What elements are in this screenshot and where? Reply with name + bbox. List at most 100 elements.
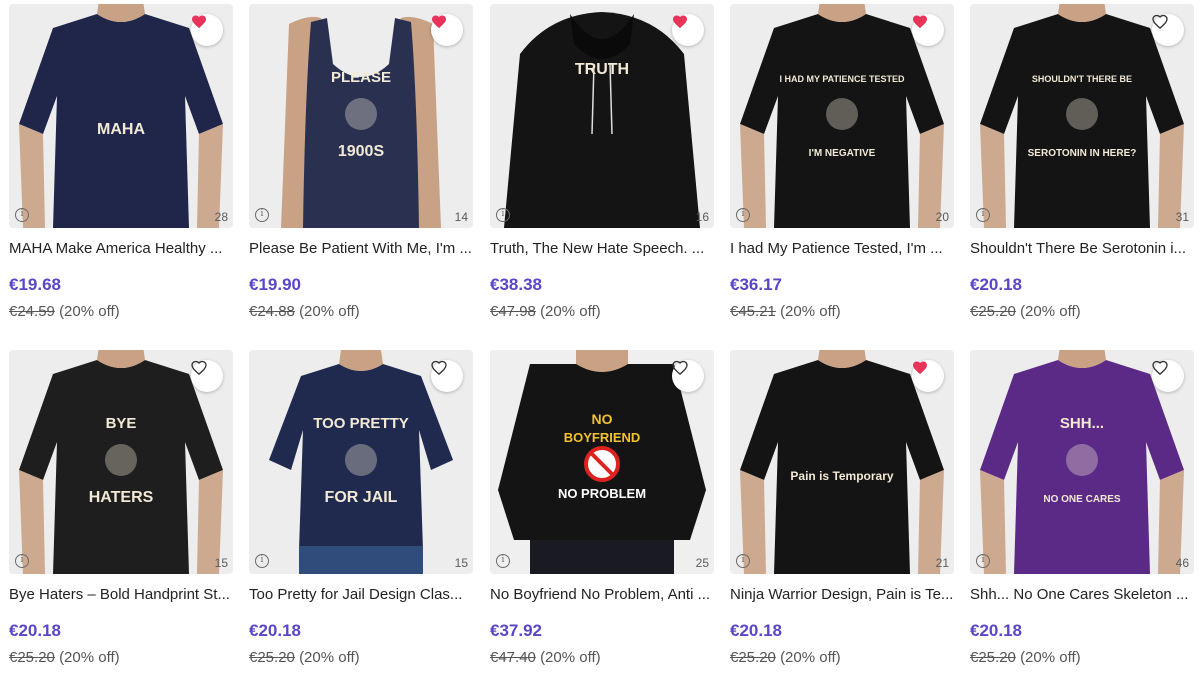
info-icon[interactable]: i bbox=[255, 554, 269, 568]
product-image[interactable]: MAHA i 28 bbox=[9, 4, 233, 228]
discount-label: (20% off) bbox=[299, 303, 360, 320]
original-price: €24.88 bbox=[249, 303, 295, 320]
product-title[interactable]: MAHA Make America Healthy ... bbox=[9, 240, 233, 257]
heart-filled-icon[interactable] bbox=[672, 14, 704, 46]
product-title[interactable]: Shh... No One Cares Skeleton ... bbox=[970, 586, 1194, 603]
product-image[interactable]: SHH... NO ONE CARES i 46 bbox=[970, 350, 1194, 574]
original-price: €25.20 bbox=[730, 649, 776, 666]
product-image[interactable]: Pain is Temporary i 21 bbox=[730, 350, 954, 574]
product-image[interactable]: TRUTH i 16 bbox=[490, 4, 714, 228]
sale-price: €19.90 bbox=[249, 275, 301, 294]
original-price-line: €25.20 (20% off) bbox=[970, 303, 1081, 320]
discount-label: (20% off) bbox=[780, 649, 841, 666]
info-icon[interactable]: i bbox=[736, 554, 750, 568]
original-price-line: €25.20 (20% off) bbox=[249, 649, 360, 666]
product-image[interactable]: I HAD MY PATIENCE TESTED I'M NEGATIVE i … bbox=[730, 4, 954, 228]
discount-label: (20% off) bbox=[540, 649, 601, 666]
image-count: 31 bbox=[1175, 210, 1189, 224]
info-icon[interactable]: i bbox=[255, 208, 269, 222]
product-card[interactable]: Pain is Temporary i 21 Ninja Warrior Des… bbox=[730, 350, 954, 676]
original-price: €25.20 bbox=[9, 649, 55, 666]
product-image[interactable]: TOO PRETTY FOR JAIL i 15 bbox=[249, 350, 473, 574]
sale-price: €20.18 bbox=[970, 621, 1022, 640]
product-title[interactable]: No Boyfriend No Problem, Anti ... bbox=[490, 586, 714, 603]
info-icon[interactable]: i bbox=[496, 208, 510, 222]
svg-text:NO: NO bbox=[592, 411, 613, 427]
discount-label: (20% off) bbox=[299, 649, 360, 666]
product-title[interactable]: Bye Haters – Bold Handprint St... bbox=[9, 586, 233, 603]
product-title[interactable]: Truth, The New Hate Speech. ... bbox=[490, 240, 714, 257]
heart-outline-icon[interactable] bbox=[431, 360, 463, 392]
heart-outline-icon[interactable] bbox=[191, 360, 223, 392]
svg-text:TRUTH: TRUTH bbox=[575, 61, 629, 78]
product-card[interactable]: TRUTH i 16 Truth, The New Hate Speech. .… bbox=[490, 4, 714, 334]
original-price-line: €47.40 (20% off) bbox=[490, 649, 601, 666]
original-price: €25.20 bbox=[249, 649, 295, 666]
discount-label: (20% off) bbox=[1020, 649, 1081, 666]
svg-text:SEROTONIN IN HERE?: SEROTONIN IN HERE? bbox=[1028, 148, 1137, 159]
svg-text:SHOULDN'T THERE BE: SHOULDN'T THERE BE bbox=[1032, 74, 1132, 84]
svg-text:I'M NEGATIVE: I'M NEGATIVE bbox=[809, 148, 876, 159]
original-price: €25.20 bbox=[970, 303, 1016, 320]
product-title[interactable]: Please Be Patient With Me, I'm ... bbox=[249, 240, 473, 257]
heart-filled-icon[interactable] bbox=[912, 14, 944, 46]
image-count: 28 bbox=[214, 210, 228, 224]
product-title[interactable]: Shouldn't There Be Serotonin i... bbox=[970, 240, 1194, 257]
heart-outline-icon[interactable] bbox=[672, 360, 704, 392]
product-card[interactable]: MAHA i 28 MAHA Make America Healthy ... … bbox=[9, 4, 233, 334]
image-count: 25 bbox=[695, 556, 709, 570]
svg-text:Pain is Temporary: Pain is Temporary bbox=[790, 469, 893, 483]
product-card[interactable]: NO BOYFRIEND NO PROBLEM i 25 No Boyfrien… bbox=[490, 350, 714, 676]
product-card[interactable]: PLEASE 1900S i 14 Please Be Patient With… bbox=[249, 4, 473, 334]
info-icon[interactable]: i bbox=[976, 554, 990, 568]
product-grid: MAHA i 28 MAHA Make America Healthy ... … bbox=[0, 0, 1200, 676]
product-title[interactable]: I had My Patience Tested, I'm ... bbox=[730, 240, 954, 257]
svg-text:FOR JAIL: FOR JAIL bbox=[325, 489, 398, 506]
original-price: €25.20 bbox=[970, 649, 1016, 666]
product-card[interactable]: I HAD MY PATIENCE TESTED I'M NEGATIVE i … bbox=[730, 4, 954, 334]
sale-price: €20.18 bbox=[249, 621, 301, 640]
product-title[interactable]: Too Pretty for Jail Design Clas... bbox=[249, 586, 473, 603]
product-image[interactable]: NO BOYFRIEND NO PROBLEM i 25 bbox=[490, 350, 714, 574]
svg-text:PLEASE: PLEASE bbox=[331, 69, 391, 86]
product-card[interactable]: TOO PRETTY FOR JAIL i 15 Too Pretty for … bbox=[249, 350, 473, 676]
image-count: 16 bbox=[695, 210, 709, 224]
product-image[interactable]: SHOULDN'T THERE BE SEROTONIN IN HERE? i … bbox=[970, 4, 1194, 228]
heart-filled-icon[interactable] bbox=[431, 14, 463, 46]
product-card[interactable]: SHOULDN'T THERE BE SEROTONIN IN HERE? i … bbox=[970, 4, 1194, 334]
info-icon[interactable]: i bbox=[736, 208, 750, 222]
original-price-line: €47.98 (20% off) bbox=[490, 303, 601, 320]
heart-filled-icon[interactable] bbox=[912, 360, 944, 392]
heart-filled-icon[interactable] bbox=[191, 14, 223, 46]
discount-label: (20% off) bbox=[59, 649, 120, 666]
original-price-line: €24.59 (20% off) bbox=[9, 303, 120, 320]
original-price: €47.40 bbox=[490, 649, 536, 666]
heart-outline-icon[interactable] bbox=[1152, 14, 1184, 46]
sale-price: €19.68 bbox=[9, 275, 61, 294]
discount-label: (20% off) bbox=[780, 303, 841, 320]
original-price-line: €25.20 (20% off) bbox=[730, 649, 841, 666]
svg-text:HATERS: HATERS bbox=[89, 489, 154, 506]
sale-price: €37.92 bbox=[490, 621, 542, 640]
original-price: €45.21 bbox=[730, 303, 776, 320]
original-price-line: €25.20 (20% off) bbox=[9, 649, 120, 666]
product-image[interactable]: PLEASE 1900S i 14 bbox=[249, 4, 473, 228]
heart-outline-icon[interactable] bbox=[1152, 360, 1184, 392]
svg-text:BYE: BYE bbox=[106, 415, 137, 432]
discount-label: (20% off) bbox=[540, 303, 601, 320]
sale-price: €20.18 bbox=[9, 621, 61, 640]
sale-price: €20.18 bbox=[730, 621, 782, 640]
svg-text:SHH...: SHH... bbox=[1060, 415, 1104, 432]
image-count: 21 bbox=[935, 556, 949, 570]
sale-price: €20.18 bbox=[970, 275, 1022, 294]
info-icon[interactable]: i bbox=[15, 208, 29, 222]
svg-text:I HAD MY PATIENCE TESTED: I HAD MY PATIENCE TESTED bbox=[779, 74, 905, 84]
product-title[interactable]: Ninja Warrior Design, Pain is Te... bbox=[730, 586, 954, 603]
info-icon[interactable]: i bbox=[15, 554, 29, 568]
original-price: €24.59 bbox=[9, 303, 55, 320]
product-card[interactable]: SHH... NO ONE CARES i 46 Shh... No One C… bbox=[970, 350, 1194, 676]
info-icon[interactable]: i bbox=[496, 554, 510, 568]
product-card[interactable]: BYE HATERS i 15 Bye Haters – Bold Handpr… bbox=[9, 350, 233, 676]
info-icon[interactable]: i bbox=[976, 208, 990, 222]
product-image[interactable]: BYE HATERS i 15 bbox=[9, 350, 233, 574]
